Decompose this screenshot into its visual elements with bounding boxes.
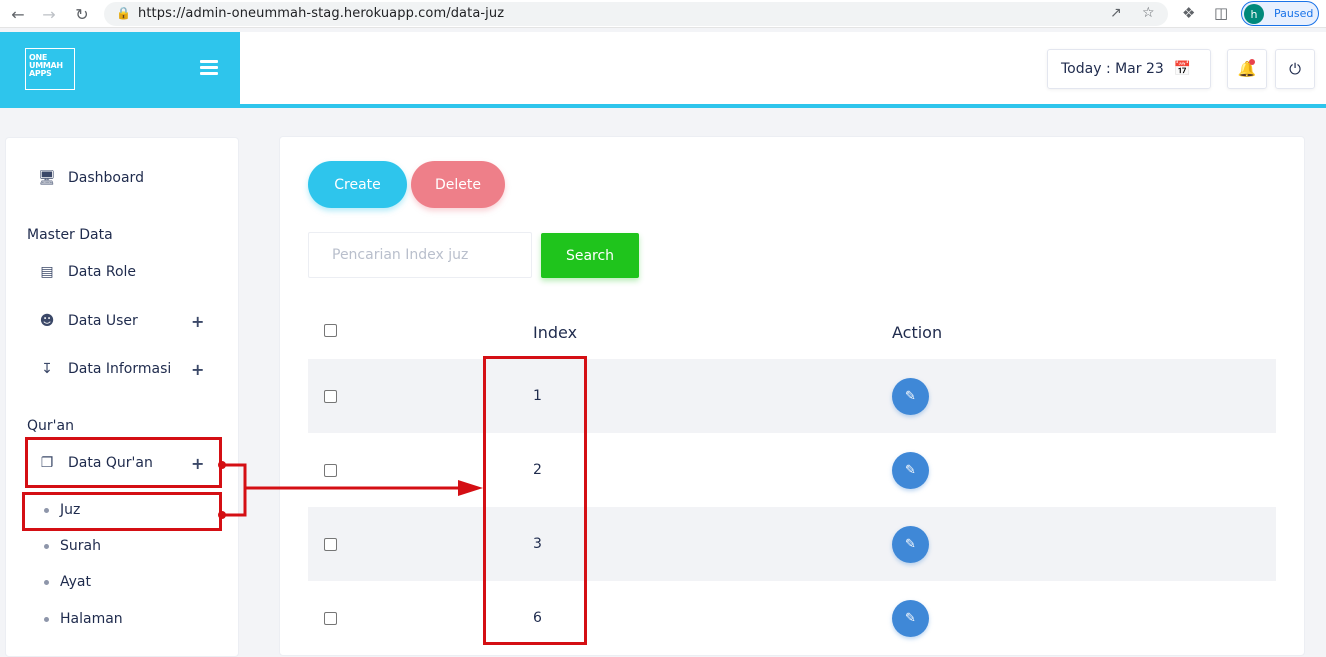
sidebar-item-data-role[interactable]: ▤ Data Role: [6, 254, 240, 290]
sidebar-subitem-halaman[interactable]: Halaman: [6, 605, 240, 633]
sidebar-subitem-label: Halaman: [60, 611, 123, 627]
brand-area: ONE UMMAH APPS: [0, 32, 240, 108]
bullet-icon: [44, 616, 49, 622]
sidebar: 🖥 Dashboard Master Data ▤ Data Role ☻ Da…: [5, 137, 239, 657]
search-button[interactable]: Search: [541, 233, 639, 278]
side-panel-icon[interactable]: ◫: [1214, 4, 1228, 22]
table-row: 2 ✎: [308, 433, 1276, 507]
power-button[interactable]: ⏻: [1275, 49, 1315, 89]
top-bar: Today : Mar 23 📅 🔔 ⏻: [240, 32, 1326, 108]
sidebar-item-label: Data User: [68, 313, 138, 329]
select-all-checkbox[interactable]: [324, 324, 337, 337]
document-list-icon: ▤: [40, 264, 54, 280]
today-label: Today : Mar 23: [1061, 61, 1164, 77]
menu-toggle-icon[interactable]: [200, 60, 218, 76]
table-row: 3 ✎: [308, 507, 1276, 581]
profile-chip[interactable]: h Paused: [1241, 1, 1319, 26]
back-arrow-icon[interactable]: ←: [7, 3, 29, 25]
expand-plus-icon[interactable]: +: [191, 312, 204, 331]
sidebar-section-quran: Qur'an: [27, 418, 74, 434]
url-text: https://admin-oneummah-stag.herokuapp.co…: [138, 6, 505, 21]
users-icon: ☻: [39, 313, 55, 329]
browser-toolbar: ← → ↻ 🔒 https://admin-oneummah-stag.hero…: [0, 0, 1326, 28]
profile-status: Paused: [1274, 7, 1314, 20]
address-bar[interactable]: 🔒 https://admin-oneummah-stag.herokuapp.…: [104, 2, 1168, 26]
avatar: h: [1244, 4, 1264, 24]
sidebar-item-dashboard[interactable]: 🖥 Dashboard: [6, 160, 240, 196]
notification-dot: [1249, 59, 1255, 65]
table-header: Index Action: [308, 309, 1276, 359]
sidebar-subitem-ayat[interactable]: Ayat: [6, 568, 240, 596]
today-date-display[interactable]: Today : Mar 23 📅: [1047, 49, 1211, 89]
sidebar-subitem-label: Surah: [60, 538, 101, 554]
logo-line-3: APPS: [29, 69, 52, 78]
monitor-icon: 🖥: [38, 170, 56, 186]
column-header-index: Index: [533, 323, 578, 342]
sidebar-subitem-surah[interactable]: Surah: [6, 532, 240, 560]
table-row: 6 ✎: [308, 581, 1276, 655]
reload-icon[interactable]: ↻: [71, 3, 93, 25]
app-logo[interactable]: ONE UMMAH APPS: [25, 48, 75, 90]
row-checkbox[interactable]: [324, 538, 337, 551]
annotation-box-juz: [22, 492, 222, 531]
bullet-icon: [44, 579, 49, 585]
create-button[interactable]: Create: [308, 161, 407, 208]
row-checkbox[interactable]: [324, 612, 337, 625]
expand-plus-icon[interactable]: +: [191, 360, 204, 379]
search-input[interactable]: [308, 232, 532, 278]
bullet-icon: [44, 543, 49, 549]
annotation-box-index-column: [483, 356, 587, 645]
column-header-action: Action: [892, 323, 943, 342]
sidebar-section-master-data: Master Data: [27, 227, 113, 243]
sidebar-item-label: Data Role: [68, 264, 137, 280]
lock-icon: 🔒: [116, 6, 131, 20]
table-row: 1 ✎: [308, 359, 1276, 433]
inbox-download-icon: ↧: [41, 361, 53, 377]
edit-pencil-icon[interactable]: ✎: [892, 452, 929, 489]
sidebar-subitem-label: Ayat: [60, 574, 91, 590]
brand-strip: [0, 104, 240, 108]
edit-pencil-icon[interactable]: ✎: [892, 600, 929, 637]
sidebar-item-data-user[interactable]: ☻ Data User +: [6, 303, 240, 339]
extensions-puzzle-icon[interactable]: ❖: [1182, 4, 1195, 22]
row-checkbox[interactable]: [324, 390, 337, 403]
share-icon[interactable]: ↗: [1110, 5, 1122, 21]
bookmark-star-icon[interactable]: ☆: [1142, 5, 1155, 21]
forward-arrow-icon[interactable]: →: [38, 3, 60, 25]
edit-pencil-icon[interactable]: ✎: [892, 526, 929, 563]
edit-pencil-icon[interactable]: ✎: [892, 378, 929, 415]
main-card: Create Delete Search Index Action 1 ✎ 2 …: [279, 136, 1305, 656]
row-checkbox[interactable]: [324, 464, 337, 477]
sidebar-item-label: Data Informasi: [68, 361, 172, 377]
power-icon: ⏻: [1289, 60, 1301, 78]
delete-button[interactable]: Delete: [411, 161, 505, 208]
notification-button[interactable]: 🔔: [1227, 49, 1267, 89]
calendar-icon: 📅: [1173, 61, 1192, 77]
sidebar-item-label: Dashboard: [68, 170, 144, 186]
sidebar-item-data-informasi[interactable]: ↧ Data Informasi +: [6, 351, 240, 387]
annotation-box-data-quran: [25, 437, 222, 488]
